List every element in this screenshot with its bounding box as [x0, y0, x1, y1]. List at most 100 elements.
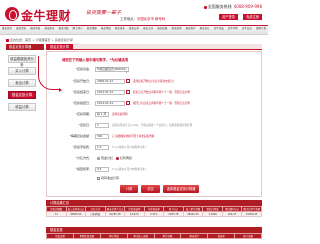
fee-input[interactable]: 1.5	[94, 144, 109, 150]
sidebar-item-return[interactable]: 收益计算	[8, 103, 36, 111]
calendar-icon[interactable]	[125, 79, 130, 83]
day-hint: 定投每月第几日(1-28)，节假日顺延一个交易日，每周定投按星期计算	[111, 124, 193, 127]
dividend-cash-label: 现金分红	[100, 156, 113, 160]
end-date-input[interactable]: 2014-01-01	[94, 89, 125, 95]
nav-item[interactable]: 基金分红	[198, 26, 212, 34]
row-dividend: *分红方式： 现金分红 红利再投	[60, 155, 132, 161]
redeem-fee-hint: % (以基金公司公布费率为准)	[111, 168, 146, 171]
workplace-value[interactable]: 中国北京市	[137, 17, 154, 21]
table-header: 收益率	[207, 233, 236, 239]
fee-hint: % (以基金公司公布费率为准)	[111, 146, 146, 149]
table-cell: 41265.78	[104, 211, 126, 217]
table-header: 单位净值	[99, 233, 128, 239]
redeem-date-input[interactable]: 2014-01-01	[94, 100, 125, 106]
table-cell: 72	[46, 211, 67, 217]
calendar-icon[interactable]	[125, 101, 130, 105]
dividend-cash-radio[interactable]	[96, 156, 100, 160]
table-cell: 36000.00	[65, 211, 87, 217]
nav-item[interactable]: 基金公司	[127, 26, 141, 34]
tab-fixed-investment[interactable]: 基金定投计算	[46, 44, 74, 50]
table-header: 投入总本金(元)	[65, 206, 87, 212]
sidebar-item-fixed-investment[interactable]: 基金定投计算	[8, 91, 36, 99]
dividend-reinvest-label: 红利再投	[119, 156, 132, 160]
switch-calculator-button[interactable]: 选择基金定投计算器	[162, 185, 200, 193]
form-actions: 计算 清空 选择基金定投计算器	[120, 185, 200, 193]
label-redeem-fee: *赎回费率：	[75, 167, 92, 171]
table-header: 赎回后到手金额	[241, 206, 262, 212]
table-header-row: 定投日期 单期定投金额 单位净值 累计投入金额 累计份额 期末资产 收益率 盈亏…	[46, 233, 262, 239]
start-hint: 选择定投开始日(当日为基金交易日)	[132, 80, 174, 83]
workplace-label: 工作地点：	[120, 17, 137, 21]
table-cell: 28461.25	[182, 211, 204, 217]
label-day: *定投日：	[78, 123, 92, 127]
nav-item[interactable]: 基金学校	[28, 26, 42, 34]
brand-name[interactable]: 金牛理财	[21, 7, 71, 24]
table-cell: 1.4499	[202, 211, 223, 217]
sidebar-item-analysis[interactable]: 收益稳健投资分析	[8, 55, 36, 67]
nav-item[interactable]: 金牛学院	[226, 26, 240, 34]
nav-item[interactable]: 基金直销	[169, 26, 183, 34]
redeem-fee-input[interactable]: 0.5	[94, 166, 109, 172]
nav-item[interactable]: 基金评级	[56, 26, 70, 34]
nav-item[interactable]: 理财计算	[254, 26, 268, 34]
fund-select[interactable]: 华夏回报混合(002001)	[94, 66, 129, 72]
workplace-switch[interactable]: 换号码	[155, 17, 165, 21]
slogan: 投资需要一辈子	[86, 10, 122, 16]
nav-item[interactable]: 网上开户	[71, 26, 85, 34]
row-redeem: *定投赎回日： 2014-01-01 赎回日与结束日间隔不能少于一期，否则无法计…	[60, 100, 190, 106]
row-fee: *定投手续费： 1.5 % (以基金公司公布费率为准)	[60, 144, 146, 150]
register-button[interactable]: 免费注册	[243, 14, 262, 20]
label-redeem: *定投赎回日：	[72, 101, 92, 105]
label-end: *定投结束日：	[72, 90, 92, 94]
form-intro: 请您在下列输入框中填写数字，*为必填选项	[62, 58, 129, 62]
table-header: 累计份额	[153, 233, 182, 239]
period-select[interactable]: 每 1 月	[94, 111, 109, 117]
breadcrumb: 您的位置：首页 > 计算器首页 > 基金定投计算	[6, 38, 73, 42]
holding-return-label: 持有收益计算	[100, 176, 119, 180]
reset-button[interactable]: 清空	[141, 185, 160, 193]
row-period: *定投周期： 每 1 月 选择定投周期	[60, 111, 128, 117]
label-fund: *定投基金：	[75, 67, 92, 71]
table-header: 投入累计份额	[182, 206, 204, 212]
nav-item[interactable]: 基金点评	[141, 26, 155, 34]
sidebar-item-sell[interactable]: 卖出计算	[8, 79, 36, 87]
curved-arrow-icon	[38, 56, 62, 92]
row-amount: *每期定投金额： 500 元 需要确保金额不低于基金起投金额	[60, 133, 154, 139]
calendar-icon[interactable]	[125, 90, 130, 94]
table-cell: 206.33	[221, 211, 243, 217]
row-start: *定投开始日： 2008-01-01 选择定投开始日(当日为基金交易日)	[60, 78, 174, 84]
table-header-row: 定投总期数 投入总本金(元) 分红方式 期末总资产(元) 定投收益率 年化收益率…	[46, 206, 262, 212]
label-dividend: *分红方式：	[75, 156, 92, 160]
dividend-reinvest-radio[interactable]	[115, 156, 119, 160]
nav-item[interactable]: 基金排名	[113, 26, 127, 34]
amount-input[interactable]: 500	[94, 133, 109, 139]
period-hint: 选择定投周期	[111, 113, 128, 116]
home-icon	[6, 38, 9, 42]
calculate-button[interactable]: 计算	[120, 185, 139, 193]
nav-item[interactable]: 基金资讯	[14, 26, 28, 34]
nav-item[interactable]: 基金首页	[0, 26, 14, 34]
table-header: 累计投入金额	[126, 233, 155, 239]
table-cell: 14.63%	[124, 211, 145, 217]
nav-item[interactable]: 基金超市	[42, 26, 56, 34]
nav-item[interactable]: 基金资产	[183, 26, 197, 34]
row-fund: *定投基金： 华夏回报混合(002001)	[60, 66, 129, 72]
sidebar-item-buy[interactable]: 买入计算	[8, 67, 36, 75]
main-nav: 基金首页 基金资讯 基金学校 基金超市 基金评级 网上开户 基金经理 基金净值 …	[0, 25, 268, 35]
day-input[interactable]: 1	[94, 122, 109, 128]
result-table: 定投总期数 投入总本金(元) 分红方式 期末总资产(元) 定投收益率 年化收益率…	[46, 206, 262, 217]
label-period: *定投周期：	[75, 112, 92, 116]
table-header: 单期定投金额	[72, 233, 101, 239]
bull-logo-icon[interactable]	[5, 7, 19, 21]
table-cell: 2.31%	[143, 211, 165, 217]
nav-item[interactable]: 金牛会员	[240, 26, 254, 34]
nav-item[interactable]: 基金经理	[85, 26, 99, 34]
nav-item[interactable]: 基金投顾	[155, 26, 169, 34]
nav-item[interactable]: 金牛论坛	[212, 26, 226, 34]
holding-return-checkbox[interactable]	[96, 176, 100, 180]
start-date-input[interactable]: 2008-01-01	[94, 78, 125, 84]
table-cell: 红利再投	[85, 211, 106, 217]
breadcrumb-text[interactable]: 您的位置：首页 > 计算器首页 > 基金定投计算	[10, 38, 73, 42]
nav-item[interactable]: 基金净值	[99, 26, 113, 34]
login-button[interactable]: 用户登录	[219, 14, 238, 20]
